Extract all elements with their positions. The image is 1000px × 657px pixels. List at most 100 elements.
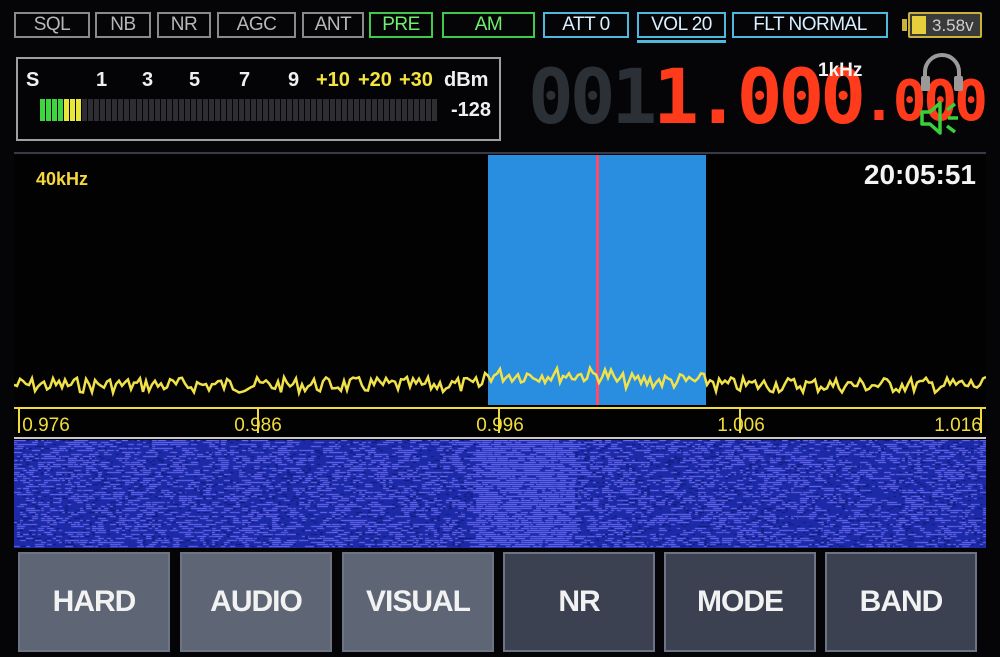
meter-segment [208,99,214,121]
visual-menu-button[interactable]: VISUAL [342,552,494,652]
headphones-icon[interactable] [918,52,966,94]
axis-label: 1.006 [717,415,765,436]
tuning-step[interactable]: 1kHz [818,60,862,82]
meter-segment [94,99,100,121]
s-meter-scale-label: 9 [288,69,300,91]
axis-tick [18,407,20,433]
mode-menu-button[interactable]: MODE [664,552,816,652]
axis-label: 0.976 [22,415,70,436]
meter-segment [64,99,70,121]
speaker-icon[interactable] [918,98,966,138]
dbm-unit: dBm [444,69,489,91]
meter-segment [395,99,401,121]
meter-segment [148,99,154,121]
meter-segment [88,99,94,121]
meter-segment [118,99,124,121]
signal-dbm-value: -128 [451,99,492,121]
meter-segment [202,99,208,121]
meter-segment [52,99,58,121]
meter-segment [239,99,245,121]
axis-label: 1.016 [934,415,982,436]
battery-voltage: 3.58v [932,16,974,35]
meter-segment [401,99,407,121]
meter-segment [245,99,251,121]
meter-segment [40,99,46,121]
am-mode-button[interactable]: AM [442,12,535,38]
spectrum-display[interactable]: 40kHz 20:05:51 [14,155,986,405]
nr-button[interactable]: NR [157,12,211,38]
divider [14,152,986,154]
meter-segment [341,99,347,121]
s-meter-scale-label: +30 [399,69,433,91]
meter-segment [257,99,263,121]
frequency-display[interactable]: 001 1.000 .000 [528,52,988,141]
meter-segment [190,99,196,121]
filter-button[interactable]: FLT NORMAL [732,12,888,38]
meter-segment [371,99,377,121]
meter-segment [160,99,166,121]
meter-segment [220,99,226,121]
meter-segment [287,99,293,121]
axis-line [14,407,986,409]
meter-segment [275,99,281,121]
meter-segment [226,99,232,121]
s-meter-scale-label: 7 [239,69,251,91]
agc-button[interactable]: AGC [217,12,296,38]
meter-segment [293,99,299,121]
meter-segment [383,99,389,121]
att-button[interactable]: ATT 0 [543,12,629,38]
waterfall-display[interactable] [14,440,986,548]
meter-segment [154,99,160,121]
hard-menu-button[interactable]: HARD [18,552,170,652]
meter-segment [299,99,305,121]
meter-segment [335,99,341,121]
meter-segment [432,99,438,121]
axis-label: 0.996 [476,415,524,436]
frequency-axis: 0.976 0.986 0.996 1.006 1.016 [14,405,986,439]
s-meter-scale-label: 3 [142,69,154,91]
meter-segment [172,99,178,121]
meter-segment [359,99,365,121]
axis-label: 0.986 [234,415,282,436]
axis-bottom-line [14,437,986,439]
nr-menu-button[interactable]: NR [503,552,655,652]
span-label[interactable]: 40kHz [36,169,88,190]
meter-segment [389,99,395,121]
clock: 20:05:51 [863,159,976,190]
spectrum-trace [14,364,986,398]
meter-segment [58,99,64,121]
meter-segment [166,99,172,121]
frequency-leading-digits: 001 [528,52,657,141]
meter-segment [311,99,317,121]
audio-menu-button[interactable]: AUDIO [180,552,332,652]
meter-segment [196,99,202,121]
battery-icon: 3.58v [902,12,986,38]
meter-segment [407,99,413,121]
meter-segment [130,99,136,121]
band-menu-button[interactable]: BAND [825,552,977,652]
meter-segment [353,99,359,121]
meter-segment [214,99,220,121]
meter-segment [323,99,329,121]
meter-segment [329,99,335,121]
s-meter-scale-label: 1 [96,69,108,91]
signal-level-bar [40,99,438,121]
meter-segment [142,99,148,121]
meter-segment [377,99,383,121]
meter-segment [124,99,130,121]
meter-segment [82,99,88,121]
battery-nub [902,19,907,31]
nb-button[interactable]: NB [95,12,151,38]
meter-segment [269,99,275,121]
pre-button[interactable]: PRE [369,12,433,38]
meter-segment [305,99,311,121]
meter-segment [426,99,432,121]
s-meter-scale-label: 5 [189,69,201,91]
s-meter-scale-label: +20 [358,69,392,91]
meter-segment [317,99,323,121]
meter-segment [413,99,419,121]
s-meter: S 1 3 5 7 9 +10 +20 +30 dBm -128 [16,57,501,141]
ant-button[interactable]: ANT [302,12,364,38]
vol-button[interactable]: VOL 20 [637,12,726,43]
sql-button[interactable]: SQL [14,12,90,38]
